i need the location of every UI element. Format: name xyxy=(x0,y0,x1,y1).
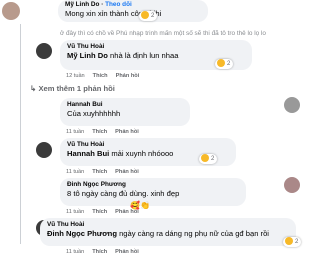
timestamp[interactable]: 11 tuần xyxy=(66,129,84,135)
like-link[interactable]: Thích xyxy=(92,249,107,255)
comment-actions: 12 tuần Thích Phản hồi xyxy=(66,73,147,79)
comment-text: ngày càng ra dáng ng phụ nữ của gđ bạn r… xyxy=(119,229,269,238)
like-reaction-icon xyxy=(285,237,293,245)
avatar[interactable] xyxy=(36,142,52,158)
comment-bubble: Đinh Ngọc Phương 8 tô ngày càng đủ dùng.… xyxy=(60,178,246,206)
thread-line xyxy=(20,24,21,244)
sticker-emojis: 🥰👏 xyxy=(130,201,150,210)
view-more-replies-link[interactable]: ↳ Xem thêm 1 phản hồi xyxy=(30,84,115,93)
commenter-name[interactable]: Đinh Ngọc Phương xyxy=(67,181,239,189)
comment-text: 8 tô ngày càng đủ dùng. xinh đẹp xyxy=(67,189,180,198)
commenter-name[interactable]: Mỹ Linh Do xyxy=(65,1,99,8)
comment-bubble: Vũ Thu Hoài Đinh Ngọc Phương ngày càng r… xyxy=(40,218,296,246)
like-link[interactable]: Thích xyxy=(93,73,108,79)
avatar[interactable] xyxy=(284,97,300,113)
reply-link[interactable]: Phản hồi xyxy=(115,249,139,255)
reaction-badge[interactable]: 2 xyxy=(139,11,158,21)
comment-bubble: Hannah Bui Của xuyhhhhhh xyxy=(60,98,190,126)
like-reaction-icon xyxy=(141,11,149,19)
comment-text: nhà là định lun nhaa xyxy=(110,51,179,60)
avatar[interactable] xyxy=(36,43,52,59)
commenter-name[interactable]: Vũ Thu Hoài xyxy=(47,221,289,229)
timestamp[interactable]: 11 tuần xyxy=(66,169,84,175)
like-link[interactable]: Thích xyxy=(92,209,107,215)
reply-link[interactable]: Phản hồi xyxy=(115,169,139,175)
timestamp[interactable]: 11 tuần xyxy=(66,209,84,215)
mention-tag[interactable]: Đinh Ngọc Phương xyxy=(47,229,117,238)
like-reaction-icon xyxy=(217,59,225,67)
comment-text: mải xuynh nhóooo xyxy=(111,149,174,158)
reply-link[interactable]: Phản hồi xyxy=(115,129,139,135)
timestamp[interactable]: 11 tuần xyxy=(66,249,84,255)
truncated-comment-text: ở đây thì có chồ về Phú nhạp trinh mấn m… xyxy=(60,30,266,37)
comment-bubble: Mỹ Linh Do · Theo dõi Mong xin xỉn thành… xyxy=(58,0,208,22)
comment-text: Mong xin xỉn thành công hihi xyxy=(65,9,162,18)
commenter-name[interactable]: Vũ Thu Hoài xyxy=(67,43,245,51)
commenter-name[interactable]: Vũ Thu Hoài xyxy=(67,141,229,149)
reaction-badge[interactable]: 2 xyxy=(283,237,302,247)
reply-link[interactable]: Phản hồi xyxy=(116,73,140,79)
reaction-badge[interactable]: 2 xyxy=(199,154,218,164)
comment-actions: 11 tuần Thích Phản hồi xyxy=(66,169,147,175)
avatar[interactable] xyxy=(2,2,20,20)
comment-actions: 11 tuần Thích Phản hồi xyxy=(66,129,147,135)
commenter-name[interactable]: Hannah Bui xyxy=(67,101,183,109)
follow-link[interactable]: Theo dõi xyxy=(105,1,132,8)
comment-actions: 11 tuần Thích Phản hồi xyxy=(66,249,147,255)
reaction-badge[interactable]: 2 xyxy=(215,59,234,69)
mention-tag[interactable]: Hannah Bui xyxy=(67,149,109,158)
comment-text: Của xuyhhhhhh xyxy=(67,109,121,118)
like-link[interactable]: Thích xyxy=(92,129,107,135)
avatar[interactable] xyxy=(284,177,300,193)
mention-tag[interactable]: Mỹ Linh Do xyxy=(67,51,108,60)
like-link[interactable]: Thích xyxy=(92,169,107,175)
timestamp[interactable]: 12 tuần xyxy=(66,73,85,79)
like-reaction-icon xyxy=(201,154,209,162)
